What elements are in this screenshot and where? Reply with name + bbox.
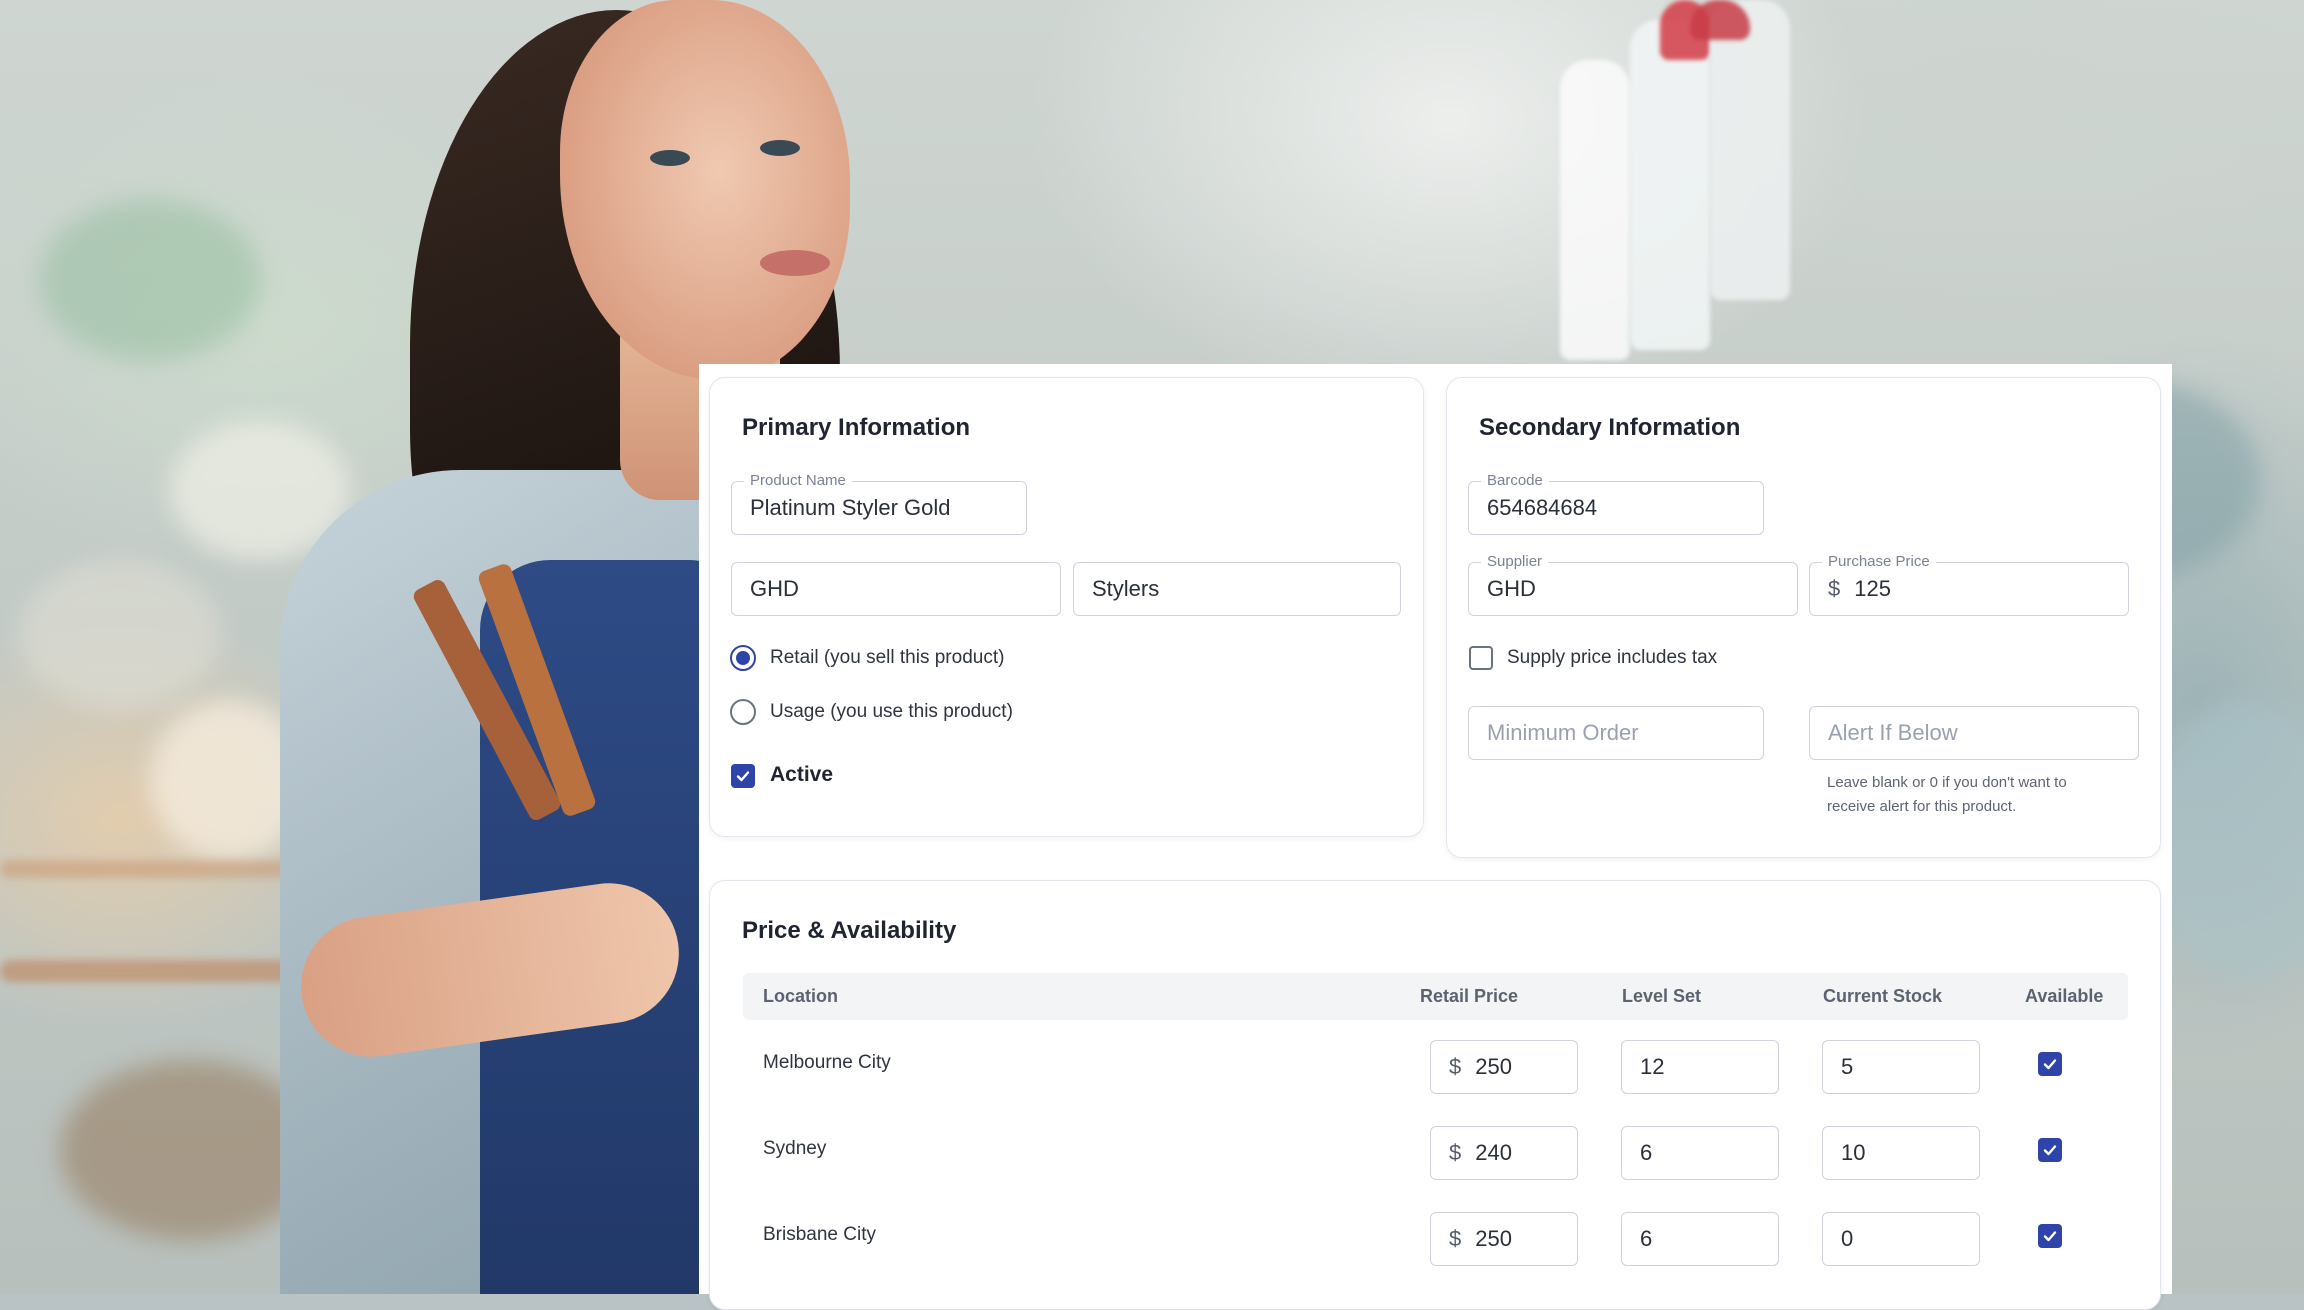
product-name-label: Product Name: [744, 472, 852, 490]
active-checkbox[interactable]: [731, 764, 755, 788]
location-name: Sydney: [763, 1138, 827, 1159]
checkmark-icon: [2043, 1231, 2057, 1242]
supplier-value: GHD: [1487, 576, 1536, 601]
barcode-field[interactable]: Barcode 654684684: [1468, 472, 1764, 535]
minimum-order-placeholder: Minimum Order: [1487, 720, 1639, 745]
current-stock-input[interactable]: 10: [1822, 1126, 1980, 1180]
supply-tax-checkbox[interactable]: [1469, 646, 1493, 670]
retail-price-input[interactable]: $ 250: [1430, 1040, 1578, 1094]
retail-price-value: 250: [1475, 1054, 1512, 1079]
dollar-icon: $: [1828, 576, 1841, 601]
alert-if-below-placeholder: Alert If Below: [1828, 720, 1958, 745]
level-set-input[interactable]: 6: [1621, 1126, 1779, 1180]
brand-value: GHD: [750, 576, 799, 601]
category-field[interactable]: Stylers: [1073, 562, 1401, 616]
level-set-value: 6: [1640, 1140, 1653, 1165]
level-set-value: 6: [1640, 1226, 1653, 1251]
col-current-stock: Current Stock: [1823, 986, 1943, 1006]
checkmark-icon: [736, 771, 750, 782]
retail-radio[interactable]: [730, 645, 756, 671]
dollar-icon: $: [1449, 1140, 1462, 1165]
available-checkbox[interactable]: [2038, 1052, 2062, 1076]
col-retail-price: Retail Price: [1420, 986, 1519, 1006]
available-checkbox[interactable]: [2038, 1224, 2062, 1248]
product-name-value: Platinum Styler Gold: [750, 495, 951, 520]
usage-radio[interactable]: [730, 699, 756, 725]
barcode-value: 654684684: [1487, 495, 1598, 520]
location-name: Melbourne City: [763, 1052, 891, 1073]
current-stock-value: 0: [1841, 1226, 1854, 1251]
col-level-set: Level Set: [1622, 986, 1702, 1006]
level-set-input[interactable]: 6: [1621, 1212, 1779, 1266]
active-label: Active: [770, 763, 834, 786]
purchase-price-label: Purchase Price: [1822, 553, 1936, 571]
retail-radio-label: Retail (you sell this product): [770, 647, 1005, 668]
retail-price-value: 240: [1475, 1140, 1512, 1165]
current-stock-value: 10: [1841, 1140, 1866, 1165]
location-name: Brisbane City: [763, 1224, 876, 1245]
retail-price-input[interactable]: $ 250: [1430, 1212, 1578, 1266]
alert-if-below-input[interactable]: Alert If Below: [1809, 706, 2139, 760]
minimum-order-input[interactable]: Minimum Order: [1468, 706, 1764, 760]
dollar-icon: $: [1449, 1054, 1462, 1079]
checkmark-icon: [2043, 1145, 2057, 1156]
current-stock-input[interactable]: 0: [1822, 1212, 1980, 1266]
retail-price-input[interactable]: $ 240: [1430, 1126, 1578, 1180]
product-name-field[interactable]: Product Name Platinum Styler Gold: [731, 472, 1027, 535]
checkmark-icon: [2043, 1059, 2057, 1070]
alert-hint-line-1: Leave blank or 0 if you don't want to: [1827, 774, 2067, 791]
alert-hint-line-2: receive alert for this product.: [1827, 798, 2017, 815]
primary-information-title: Primary Information: [742, 414, 971, 441]
supplier-field[interactable]: Supplier GHD: [1468, 553, 1798, 616]
current-stock-value: 5: [1841, 1054, 1854, 1079]
usage-radio-label: Usage (you use this product): [770, 701, 1013, 722]
category-value: Stylers: [1092, 576, 1160, 601]
alert-hint-text: Leave blank or 0 if you don't want to re…: [1827, 771, 2067, 819]
supplier-label: Supplier: [1481, 553, 1549, 571]
barcode-label: Barcode: [1481, 472, 1549, 490]
dollar-icon: $: [1449, 1226, 1462, 1251]
level-set-value: 12: [1640, 1054, 1665, 1079]
brand-field[interactable]: GHD: [731, 562, 1061, 616]
available-checkbox[interactable]: [2038, 1138, 2062, 1162]
secondary-information-title: Secondary Information: [1479, 414, 1741, 441]
purchase-price-value: 125: [1854, 576, 1891, 601]
col-location: Location: [763, 986, 838, 1006]
level-set-input[interactable]: 12: [1621, 1040, 1779, 1094]
price-availability-title: Price & Availability: [742, 917, 957, 944]
purchase-price-field[interactable]: Purchase Price $ 125: [1809, 553, 2129, 616]
supply-tax-label: Supply price includes tax: [1507, 647, 1718, 668]
col-available: Available: [2025, 986, 2104, 1006]
current-stock-input[interactable]: 5: [1822, 1040, 1980, 1094]
retail-price-value: 250: [1475, 1226, 1512, 1251]
